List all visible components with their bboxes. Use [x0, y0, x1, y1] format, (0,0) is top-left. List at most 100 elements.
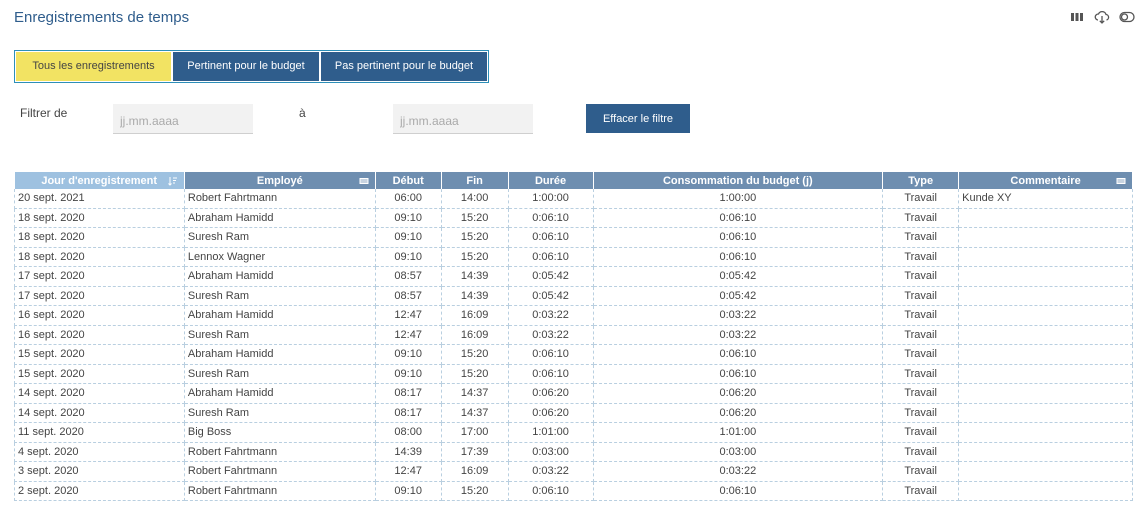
cell-employee: Abraham Hamidd	[184, 383, 376, 404]
cell-type: Travail	[882, 286, 960, 306]
cell-employee: Abraham Hamidd	[184, 305, 376, 326]
table-row[interactable]: 14 sept. 2020 Suresh Ram 08:17 14:37 0:06:20…	[14, 403, 1133, 423]
cell-start: 08:00	[375, 422, 442, 443]
cell-end: 15:20	[441, 364, 509, 384]
cell-comment	[958, 325, 1133, 345]
tab-not-budget-relevant[interactable]: Pas pertinent pour le budget	[321, 52, 487, 81]
tab-budget-relevant[interactable]: Pertinent pour le budget	[173, 52, 319, 81]
cell-start: 09:10	[375, 247, 442, 267]
filter-from-label: Filtrer de	[20, 106, 68, 120]
cell-end: 14:00	[441, 189, 509, 209]
cell-start: 14:39	[375, 442, 442, 462]
cell-duration: 0:05:42	[508, 266, 594, 287]
table-row[interactable]: 15 sept. 2020 Abraham Hamidd 09:10 15:20 0:0…	[14, 344, 1133, 365]
cell-duration: 0:06:10	[508, 364, 594, 384]
cell-budget-consumption: 0:06:10	[593, 227, 884, 248]
cell-employee: Big Boss	[184, 422, 376, 443]
col-header-date[interactable]: Jour d'enregistrement	[14, 172, 185, 189]
cell-start: 08:57	[375, 266, 442, 287]
table-row[interactable]: 18 sept. 2020 Lennox Wagner 09:10 15:20 0:06…	[14, 247, 1133, 267]
columns-icon[interactable]	[1069, 10, 1085, 24]
cell-duration: 0:06:20	[508, 383, 594, 404]
cell-type: Travail	[882, 227, 960, 248]
table-row[interactable]: 16 sept. 2020 Abraham Hamidd 12:47 16:09 0:0…	[14, 305, 1133, 326]
cell-date: 18 sept. 2020	[14, 247, 185, 267]
date-to-input[interactable]	[393, 104, 533, 134]
cell-end: 17:00	[441, 422, 509, 443]
cell-end: 14:39	[441, 286, 509, 306]
tab-all-records[interactable]: Tous les enregistrements	[16, 52, 171, 81]
cell-budget-consumption: 0:06:10	[593, 344, 884, 365]
cell-date: 15 sept. 2020	[14, 364, 185, 384]
cell-date: 4 sept. 2020	[14, 442, 185, 462]
table-row[interactable]: 16 sept. 2020 Suresh Ram 12:47 16:09 0:03:22…	[14, 325, 1133, 345]
table-header-row: Jour d'enregistrement Employé Début Fin …	[14, 172, 1133, 189]
table-row[interactable]: 18 sept. 2020 Abraham Hamidd 09:10 15:20 0:0…	[14, 208, 1133, 228]
cell-end: 15:20	[441, 344, 509, 365]
cell-type: Travail	[882, 325, 960, 345]
filter-tabs: Tous les enregistrements Pertinent pour …	[14, 50, 489, 83]
col-header-start[interactable]: Début	[375, 172, 442, 189]
table-row[interactable]: 4 sept. 2020 Robert Fahrtmann 14:39 17:39 0:…	[14, 442, 1133, 462]
cell-end: 15:20	[441, 481, 509, 501]
cell-budget-consumption: 0:03:22	[593, 305, 884, 326]
cell-comment	[958, 305, 1133, 326]
cell-comment	[958, 364, 1133, 384]
table-row[interactable]: 14 sept. 2020 Abraham Hamidd 08:17 14:37 0:0…	[14, 383, 1133, 404]
col-header-end[interactable]: Fin	[441, 172, 509, 189]
cell-date: 18 sept. 2020	[14, 208, 185, 228]
cell-comment	[958, 422, 1133, 443]
cell-start: 09:10	[375, 364, 442, 384]
cell-comment	[958, 266, 1133, 287]
cell-start: 06:00	[375, 189, 442, 209]
menu-icon[interactable]	[359, 176, 369, 186]
table-row[interactable]: 20 sept. 2021 Robert Fahrtmann 06:00 14:00 1…	[14, 189, 1133, 209]
clear-filter-button[interactable]: Effacer le filtre	[586, 104, 690, 133]
cell-date: 11 sept. 2020	[14, 422, 185, 443]
cell-date: 20 sept. 2021	[14, 189, 185, 209]
cell-date: 17 sept. 2020	[14, 286, 185, 306]
cell-comment	[958, 227, 1133, 248]
cell-duration: 1:00:00	[508, 189, 594, 209]
cell-budget-consumption: 0:06:20	[593, 403, 884, 423]
col-header-budget-consumption[interactable]: Consommation du budget (j)	[593, 172, 884, 189]
sort-icon[interactable]	[168, 176, 178, 186]
cell-date: 15 sept. 2020	[14, 344, 185, 365]
menu-icon[interactable]	[1116, 176, 1126, 186]
col-header-comment[interactable]: Commentaire	[958, 172, 1133, 189]
col-header-type[interactable]: Type	[882, 172, 960, 189]
page-title: Enregistrements de temps	[14, 9, 190, 26]
cell-start: 08:57	[375, 286, 442, 306]
table-row[interactable]: 15 sept. 2020 Suresh Ram 09:10 15:20 0:06:10…	[14, 364, 1133, 384]
cell-budget-consumption: 0:06:10	[593, 247, 884, 267]
cell-budget-consumption: 1:01:00	[593, 422, 884, 443]
table-row[interactable]: 18 sept. 2020 Suresh Ram 09:10 15:20 0:06:10…	[14, 227, 1133, 248]
cell-budget-consumption: 0:06:10	[593, 364, 884, 384]
table-row[interactable]: 2 sept. 2020 Robert Fahrtmann 09:10 15:20 0:…	[14, 481, 1133, 501]
cell-comment	[958, 208, 1133, 228]
cell-duration: 1:01:00	[508, 422, 594, 443]
table-row[interactable]: 17 sept. 2020 Suresh Ram 08:57 14:39 0:05:42…	[14, 286, 1133, 306]
cell-start: 12:47	[375, 305, 442, 326]
toggle-icon[interactable]	[1119, 10, 1135, 24]
cell-start: 08:17	[375, 383, 442, 404]
cell-employee: Robert Fahrtmann	[184, 442, 376, 462]
col-header-employee[interactable]: Employé	[184, 172, 376, 189]
table-row[interactable]: 11 sept. 2020 Big Boss 08:00 17:00 1:01:00 1:…	[14, 422, 1133, 443]
cell-date: 17 sept. 2020	[14, 266, 185, 287]
cell-date: 16 sept. 2020	[14, 305, 185, 326]
table-row[interactable]: 3 sept. 2020 Robert Fahrtmann 12:47 16:09 0:…	[14, 461, 1133, 482]
cell-budget-consumption: 0:06:10	[593, 481, 884, 501]
cell-comment: Kunde XY	[958, 189, 1133, 209]
cell-end: 14:39	[441, 266, 509, 287]
download-cloud-icon[interactable]	[1094, 10, 1110, 24]
cell-type: Travail	[882, 481, 960, 501]
records-table: Jour d'enregistrement Employé Début Fin …	[14, 172, 1133, 501]
date-from-input[interactable]	[113, 104, 253, 134]
cell-start: 09:10	[375, 227, 442, 248]
cell-employee: Abraham Hamidd	[184, 266, 376, 287]
cell-start: 09:10	[375, 208, 442, 228]
col-header-duration[interactable]: Durée	[508, 172, 594, 189]
table-row[interactable]: 17 sept. 2020 Abraham Hamidd 08:57 14:39 0:0…	[14, 266, 1133, 287]
cell-end: 16:09	[441, 325, 509, 345]
